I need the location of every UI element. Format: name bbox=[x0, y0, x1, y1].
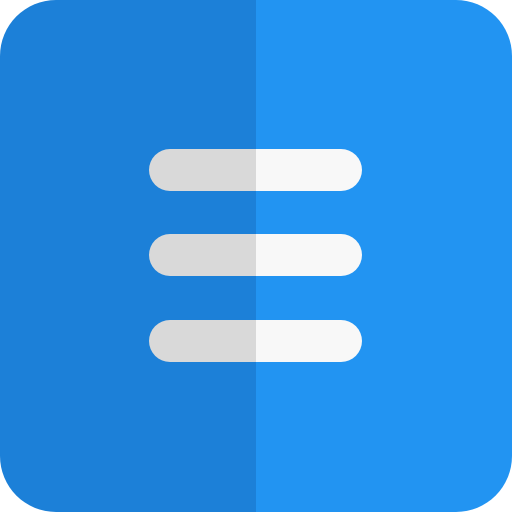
menu-line-right-part bbox=[256, 320, 362, 362]
menu-line-2 bbox=[149, 234, 362, 276]
menu-line-3 bbox=[149, 320, 362, 362]
menu-line-right-part bbox=[256, 234, 362, 276]
menu-line-left-part bbox=[149, 149, 256, 191]
menu-line-left-part bbox=[149, 320, 256, 362]
hamburger-menu-icon bbox=[0, 0, 512, 512]
menu-line-1 bbox=[149, 149, 362, 191]
menu-line-right-part bbox=[256, 149, 362, 191]
menu-line-left-part bbox=[149, 234, 256, 276]
menu-lines bbox=[149, 149, 362, 362]
menu-app-icon[interactable] bbox=[0, 0, 512, 512]
